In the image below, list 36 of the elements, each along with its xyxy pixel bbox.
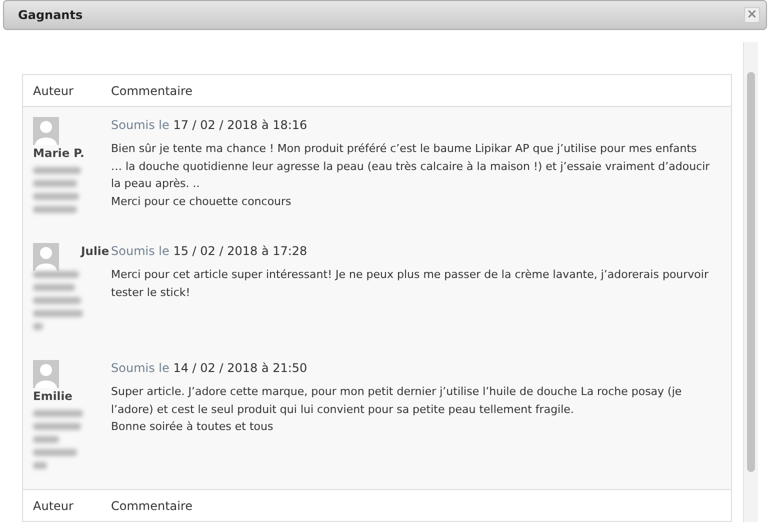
submitted-label: Soumis le [111,244,170,258]
author-name: Marie P. [33,145,84,161]
blurred-text [33,436,59,443]
blurred-text [33,410,83,417]
blurred-text [33,193,79,200]
submitted-date: 15 / 02 / 2018 à 17:28 [173,244,308,258]
column-header: Commentaire [111,84,194,98]
comment-text: Merci pour ce chouette concours [111,194,292,210]
submitted-label: Soumis le [111,361,170,375]
submitted-date: 14 / 02 / 2018 à 21:50 [173,361,308,375]
blurred-text [33,271,79,278]
submitted-label: Soumis le [111,118,170,132]
comment-text: Bonne soirée à toutes et tous [111,419,274,435]
submitted-date: 17 / 02 / 2018 à 18:16 [173,118,308,132]
blurred-text [33,180,77,187]
blurred-text [33,310,83,317]
close-button[interactable]: × [744,7,760,23]
column-footer: Auteur [23,498,111,512]
comment-text: Bien sûr je tente ma chance ! Mon produit préféré c’est le baume Lipikar AP que j’utilise pour mes enfants … la douche quotidienne leur agresse la peau (eau très calcaire à la maison !) et j’essaie vraiment d’adoucir la peau après. .. [111,141,711,192]
blurred-text [33,462,47,469]
author-name: Emilie [33,388,72,404]
column-header: Auteur [32,84,74,98]
scroll-thumb[interactable] [747,72,755,472]
blurred-text [33,167,81,174]
comment-text: Merci pour cet article super intéressant! Je ne peux plus me passer de la crème lavante, j’adorerais pourvoir tester le stick! [111,267,710,300]
column-footer: Commentaire [111,498,731,512]
blurred-text [33,284,75,291]
blurred-text [33,423,81,430]
blurred-text [33,323,43,330]
comment-text: Super article. J’adore cette marque, pour mon petit dernier j’utilise l’huile de douche La roche posay (je l’adore) et cest le seul produit qui lui convient pour sa petite peau tellement fragile. [111,384,683,418]
author-name: Julie [81,243,110,259]
dialog-title: Gagnants [18,8,83,22]
blurred-text [33,449,77,456]
scrollbar[interactable] [743,42,758,522]
blurred-text [33,297,81,304]
blurred-text [33,206,77,213]
